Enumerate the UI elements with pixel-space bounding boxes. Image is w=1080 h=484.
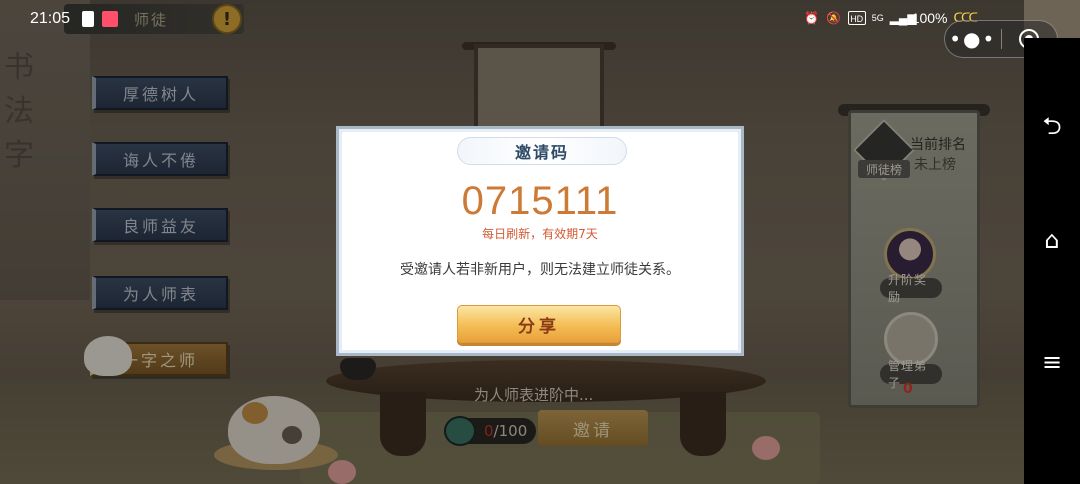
invite-code-dialog: 邀请码 0715111 每日刷新，有效期7天 受邀请人若非新用户，则无法建立师徒… bbox=[336, 126, 744, 356]
system-navigation-bar: ⮌ ⌂ ≡ bbox=[1024, 38, 1080, 484]
share-button[interactable]: 分享 bbox=[457, 305, 621, 343]
invite-notice: 受邀请人若非新用户，则无法建立师徒关系。 bbox=[400, 262, 680, 278]
hd-icon: HD bbox=[847, 11, 866, 25]
menu-icon[interactable]: ≡ bbox=[1038, 348, 1066, 376]
clock: 21:05 bbox=[30, 10, 71, 27]
status-bar: 21:05 ⏰ 🔕 HD 5G ▂▄▆ 100% ᑕᑕᑕ bbox=[0, 0, 1080, 38]
home-icon[interactable]: ⌂ bbox=[1038, 226, 1066, 254]
invite-code[interactable]: 0715111 bbox=[339, 179, 741, 224]
network-type: 5G bbox=[871, 13, 884, 23]
battery-percent: 100% bbox=[911, 10, 948, 26]
dialog-title: 邀请码 bbox=[457, 137, 627, 165]
clipboard-icon bbox=[82, 11, 94, 27]
invite-code-hint: 每日刷新，有效期7天 bbox=[482, 227, 598, 241]
more-menu-button[interactable]: •●• bbox=[945, 27, 1001, 51]
signal-icon: ▂▄▆ bbox=[889, 11, 917, 25]
app-notification-icon bbox=[102, 11, 118, 27]
alarm-icon: ⏰ bbox=[804, 11, 820, 25]
mute-icon: 🔕 bbox=[826, 11, 842, 25]
back-icon[interactable]: ⮌ bbox=[1038, 112, 1066, 140]
